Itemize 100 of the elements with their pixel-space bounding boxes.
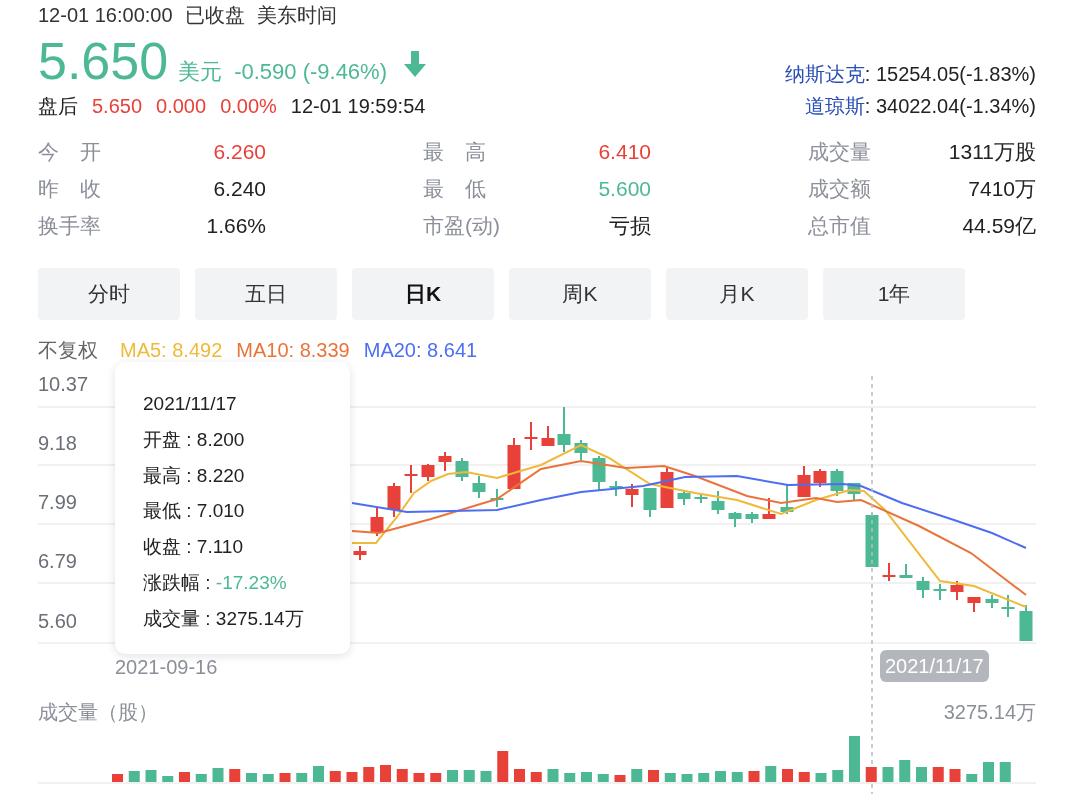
volume-bar [430,773,442,782]
tooltip-value: 8.200 [196,428,245,450]
volume-bar [916,767,927,782]
candlestick [847,482,861,502]
candlestick [882,562,896,582]
axis-label: 9.18 [38,432,77,454]
candlestick [899,563,913,579]
candlestick [967,596,981,613]
volume-bar [463,770,475,782]
tooltip-value: 8.220 [196,464,245,486]
volume-bar [413,773,425,782]
stat-value: 6.240 [213,176,266,202]
volume-bar [949,769,961,782]
axis-label: 10.37 [38,373,89,395]
volume-bar [966,774,978,782]
tooltip-label: 最低 : [143,500,193,522]
index-link[interactable]: 道琼斯 [804,89,865,123]
volume-bar [396,769,408,782]
volume-title: 成交量（股） [38,701,158,723]
tooltip-value: -17.23% [215,572,287,593]
candlestick [865,512,879,568]
tooltip-label: 成交量 : [143,607,212,629]
period-tab[interactable]: 1年 [823,268,965,320]
tooltip-label: 收盘 : [143,536,193,558]
candlestick [592,455,606,491]
crosshair-date: 2021/11/17 [880,650,989,682]
candlestick [421,463,435,482]
stat-value: 6.410 [598,139,651,165]
after-hours-value: 0.00% [220,94,277,119]
candlestick [711,490,725,515]
tooltip-label: 涨跌幅 : [143,572,212,593]
tooltip-label: 最高 : [143,464,193,486]
stat-label: 昨 收 [38,176,101,202]
candlestick [694,494,708,504]
candlestick [524,421,538,451]
volume-bar [648,770,659,782]
volume-bar [564,773,576,782]
stat-value: 6.260 [213,139,266,165]
candlestick [404,464,418,494]
stat-label: 最 低 [423,176,486,202]
index-value: : 15254.05(-1.83%) [864,62,1036,87]
volume-bar [849,736,860,782]
candlestick [985,594,999,609]
period-tab[interactable]: 月K [666,268,808,320]
period-tab[interactable]: 分时 [38,268,180,320]
candlestick [745,511,759,524]
arrow-down-icon [403,51,427,77]
volume-bar [480,771,492,782]
candlestick [541,425,555,447]
index-link[interactable]: 纳斯达克 [784,57,865,91]
volume-bar [514,769,525,782]
volume-bar [229,769,241,782]
candlestick [1019,604,1033,642]
stat-value: 亏损 [609,213,651,239]
after-hours-label: 盘后 [38,94,78,119]
candlestick [677,490,691,506]
volume-bar [145,770,157,782]
stat-label: 换手率 [38,213,101,239]
candlestick [797,465,811,498]
volume-bar [346,772,358,782]
volume-bar [999,762,1011,782]
volume-bar [497,751,509,782]
volume-bar [112,774,123,782]
axis-label: 2021-09-16 [115,656,218,678]
tooltip-label: 开盘 : [143,428,193,450]
volume-bar [782,769,793,782]
candlestick [557,406,571,453]
volume-bar [731,772,743,782]
volume-bar [815,773,827,782]
candlestick [1001,594,1015,618]
tooltip-value: 7.110 [196,536,243,558]
period-tab[interactable]: 周K [509,268,651,320]
volume-bar [715,771,726,782]
stat-value: 44.59亿 [962,213,1036,239]
volume-bar [631,769,643,782]
volume-bar [614,775,626,782]
moving-average-legend: MA5: 8.492 [120,336,223,364]
axis-label: 6.79 [38,550,77,572]
candlestick [370,506,384,537]
volume-bar [262,774,274,782]
period-tab[interactable]: 五日 [195,268,337,320]
candlestick [609,480,623,497]
candlestick [762,497,776,520]
period-tab[interactable]: 日K [352,268,494,320]
stat-label: 成交量 [808,139,871,165]
stat-value: 5.600 [598,176,651,202]
volume-bar [664,773,676,782]
stat-value: 1311万股 [948,139,1036,165]
after-hours-time: 12-01 19:59:54 [290,94,426,119]
adjustment-label: 不复权 [38,338,98,363]
candlestick [438,451,452,472]
volume-value: 3275.14万 [943,701,1036,723]
volume-bar [932,767,944,782]
candlestick [643,487,657,518]
volume-bar [179,772,190,782]
volume-bar [447,770,458,782]
candlestick [507,437,521,490]
volume-bar [246,773,257,782]
candlestick [813,468,827,488]
candlestick [728,511,742,528]
